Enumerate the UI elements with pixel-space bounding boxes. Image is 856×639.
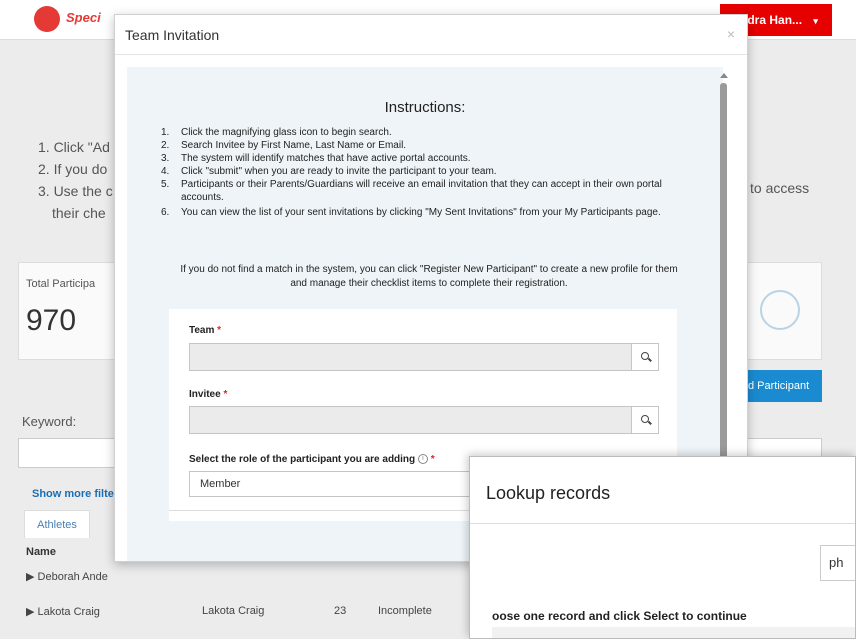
instruction-text: You can view the list of your sent invit…: [181, 207, 661, 218]
total-participants-value: 970: [26, 304, 77, 337]
invitee-label-text: Invitee: [189, 389, 221, 400]
row-name: ▶ Deborah Ande: [26, 571, 108, 583]
brand-name: Speci: [66, 10, 101, 25]
instruction-number: 1.: [161, 127, 170, 138]
team-search-button[interactable]: [631, 343, 659, 371]
instructions-title: Instructions:: [384, 99, 466, 116]
role-label-text: Select the role of the participant you a…: [189, 454, 416, 465]
team-field[interactable]: [189, 343, 659, 371]
table-header-name: Name: [26, 546, 56, 558]
role-label: Select the role of the participant you a…: [189, 454, 435, 465]
row-name: ▶ Lakota Craig: [26, 606, 100, 618]
search-icon: [641, 415, 649, 423]
scroll-up-icon[interactable]: [720, 73, 728, 78]
step-3-cont: their che: [52, 205, 106, 221]
instruction-item: 1. Click the magnifying glass icon to be…: [161, 126, 691, 139]
info-icon[interactable]: i: [417, 454, 428, 465]
show-more-filters-link[interactable]: Show more filte: [32, 488, 114, 500]
required-mark: *: [223, 389, 228, 400]
step-3: 3. Use the c: [38, 183, 113, 199]
search-icon: [641, 352, 649, 360]
page-instructions: 1. Click "Ad 2. If you do 3. Use the c t…: [38, 136, 113, 224]
lookup-divider: [470, 523, 855, 524]
instruction-item: 6. You can view the list of your sent in…: [161, 206, 691, 219]
lookup-results-header: [492, 627, 855, 638]
instruction-text: Click "submit" when you are ready to inv…: [181, 166, 497, 177]
required-mark: *: [217, 325, 222, 336]
lookup-hint: oose one record and click Select to cont…: [492, 609, 747, 623]
close-icon[interactable]: ×: [727, 26, 735, 42]
instruction-item: 3. The system will identify matches that…: [161, 152, 691, 165]
instruction-number: 4.: [161, 166, 170, 177]
lookup-records-modal: Lookup records ph oose one record and cl…: [469, 456, 856, 639]
step-3-tail: to access: [750, 180, 810, 196]
instruction-number: 2.: [161, 140, 170, 151]
team-label-text: Team: [189, 325, 215, 336]
instruction-item: 4. Click "submit" when you are ready to …: [161, 165, 691, 178]
instruction-text: Participants or their Parents/Guardians …: [181, 179, 662, 203]
instructions-list: 1. Click the magnifying glass icon to be…: [161, 126, 691, 219]
modal-header: Team Invitation ×: [115, 15, 747, 55]
clock-icon: [760, 290, 800, 330]
lookup-title: Lookup records: [486, 483, 611, 503]
instruction-number: 5.: [161, 179, 170, 190]
instruction-number: 3.: [161, 153, 170, 164]
row-display-name: Lakota Craig: [202, 605, 265, 617]
instruction-text: Search Invitee by First Name, Last Name …: [181, 140, 407, 151]
instruction-text: The system will identify matches that ha…: [181, 153, 471, 164]
keyword-label: Keyword:: [22, 414, 77, 429]
team-label: Team *: [189, 325, 221, 336]
required-mark: *: [430, 454, 435, 465]
add-participant-button[interactable]: d Participant: [740, 370, 822, 402]
total-participants-label: Total Participa: [26, 278, 96, 290]
instruction-item: 5. Participants or their Parents/Guardia…: [161, 178, 691, 204]
brand-logo-icon[interactable]: [34, 6, 60, 32]
register-note: If you do not find a match in the system…: [180, 264, 678, 289]
instruction-number: 6.: [161, 207, 170, 218]
invitee-search-button[interactable]: [631, 406, 659, 434]
invitee-field[interactable]: [189, 406, 659, 434]
lookup-search-input[interactable]: ph: [820, 545, 855, 581]
invitee-label: Invitee *: [189, 389, 227, 400]
instruction-item: 2. Search Invitee by First Name, Last Na…: [161, 139, 691, 152]
modal-title: Team Invitation: [125, 27, 220, 43]
instruction-text: Click the magnifying glass icon to begin…: [181, 127, 392, 138]
row-status: Incomplete: [378, 605, 432, 617]
chevron-down-icon: ▾: [813, 16, 818, 26]
step-1: 1. Click "Ad: [38, 139, 110, 155]
row-age: 23: [334, 605, 347, 617]
tab-athletes[interactable]: Athletes: [24, 510, 90, 538]
step-2: 2. If you do: [38, 161, 108, 177]
